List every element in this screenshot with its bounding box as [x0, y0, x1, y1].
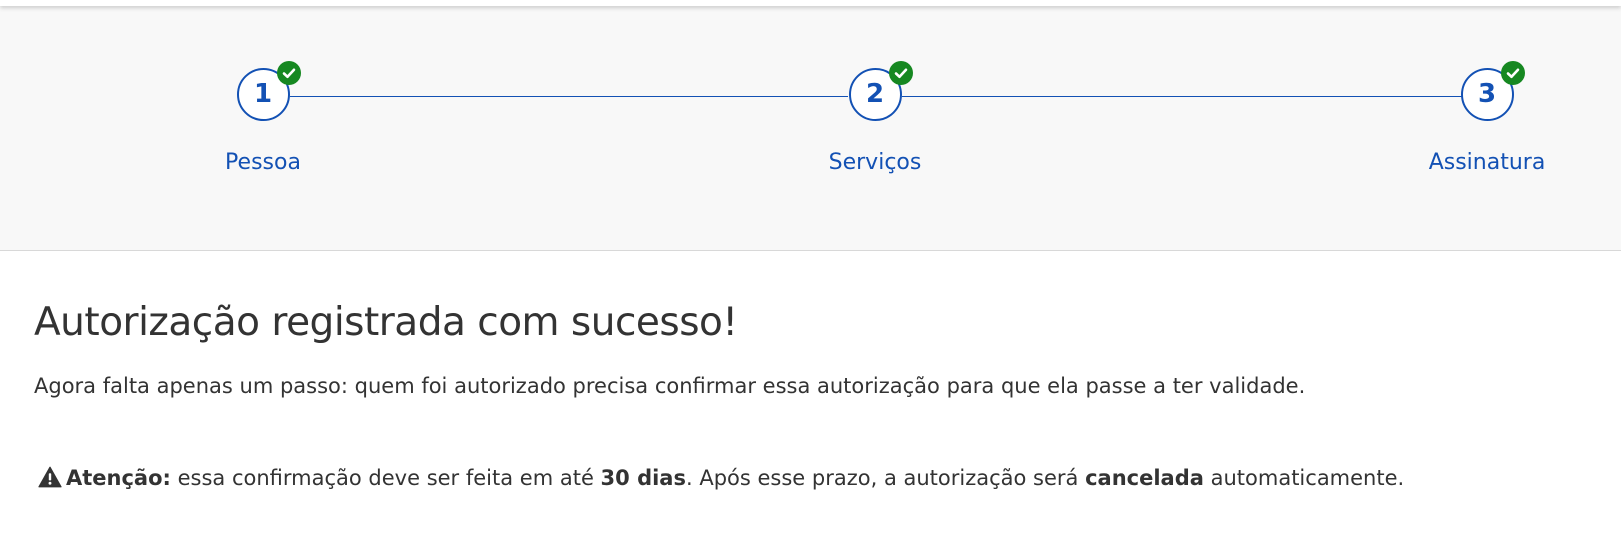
step-label: Assinatura: [1428, 150, 1546, 175]
step-label: Serviços: [828, 150, 922, 175]
deadline-value: 30 dias: [600, 466, 686, 490]
step-number-circle: 2: [848, 61, 913, 121]
check-icon: [1500, 61, 1525, 85]
step-label: Pessoa: [225, 150, 301, 175]
instruction-text: Agora falta apenas um passo: quem foi au…: [34, 374, 1306, 398]
cancel-emphasis: cancelada: [1085, 466, 1204, 490]
step-number-circle: 3: [1460, 61, 1525, 121]
step-connector-2-3: [902, 96, 1462, 97]
page-title: Autorização registrada com sucesso!: [34, 300, 738, 345]
step-number: 2: [865, 79, 885, 109]
warning-text-part: . Após esse prazo, a autorização será: [685, 466, 1086, 490]
step-pessoa[interactable]: 1 Pessoa: [183, 61, 343, 175]
main-content: Autorização registrada com sucesso! Agor…: [34, 250, 1594, 495]
step-number: 1: [253, 79, 273, 109]
warning-message: Atenção: essa confirmação deve ser feita…: [38, 464, 1594, 495]
check-icon: [888, 61, 913, 85]
step-assinatura[interactable]: 3 Assinatura: [1407, 61, 1567, 175]
warning-text-part: automaticamente.: [1203, 466, 1405, 490]
progress-stepper: 1 Pessoa 2 Serviços 3 Assinatura: [0, 6, 1621, 251]
warning-label: Atenção:: [66, 466, 171, 490]
check-icon: [276, 61, 301, 85]
warning-triangle-icon: [38, 466, 62, 495]
step-number-circle: 1: [236, 61, 301, 121]
header-shadow: [0, 0, 1621, 6]
step-number: 3: [1477, 79, 1497, 109]
step-connector-1-2: [290, 96, 848, 97]
warning-text-part: essa confirmação deve ser feita em até: [170, 466, 601, 490]
step-servicos[interactable]: 2 Serviços: [795, 61, 955, 175]
